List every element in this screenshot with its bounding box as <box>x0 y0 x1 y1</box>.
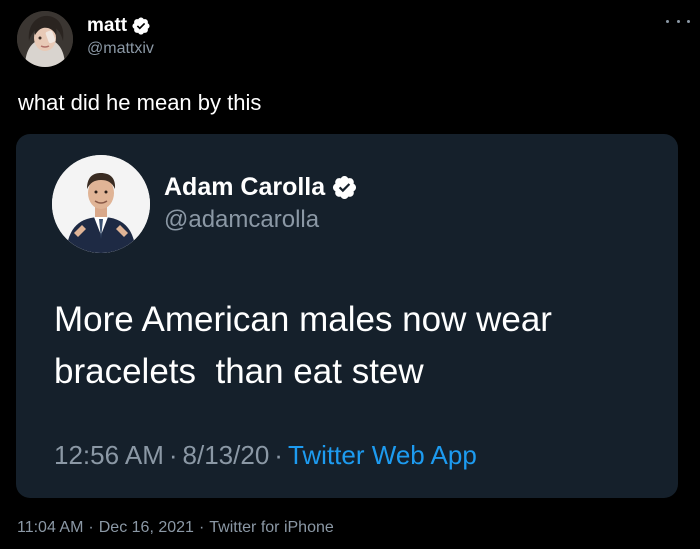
tweet-time[interactable]: 11:04 AM <box>17 519 83 536</box>
more-dot <box>687 19 690 23</box>
quoted-tweet-text: More American males now wear bracelets t… <box>54 300 562 391</box>
more-dot <box>666 19 669 23</box>
quoted-author-avatar-image <box>52 155 150 253</box>
more-horizontal-icon[interactable] <box>666 14 690 28</box>
quoted-author-name-row: Adam Carolla <box>164 171 358 203</box>
author-handle[interactable]: @mattxiv <box>87 40 154 58</box>
more-dot <box>676 19 680 23</box>
author-display-name[interactable]: matt <box>87 15 127 37</box>
quoted-author-display-name[interactable]: Adam Carolla <box>164 173 325 202</box>
quoted-tweet-date[interactable]: 8/13/20 <box>183 440 270 470</box>
meta-separator: · <box>274 440 283 470</box>
quoted-tweet-source-link[interactable]: Twitter Web App <box>288 440 477 470</box>
user-avatar-image <box>17 11 73 67</box>
user-avatar[interactable] <box>17 11 73 67</box>
verified-badge-icon <box>131 16 151 36</box>
quoted-author-handle[interactable]: @adamcarolla <box>164 206 319 234</box>
meta-separator: · <box>168 440 178 470</box>
meta-separator: · <box>88 519 94 536</box>
tweet: matt @mattxiv what did he mean by this A… <box>0 0 700 549</box>
tweet-meta: 11:04 AM · Dec 16, 2021 · Twitter for iPhone <box>17 519 334 537</box>
quoted-tweet-meta: 12:56 AM · 8/13/20 · Twitter Web App <box>54 440 477 471</box>
quoted-tweet-card[interactable]: Adam Carolla @adamcarolla More American … <box>16 134 678 498</box>
quoted-tweet-time[interactable]: 12:56 AM <box>54 440 164 470</box>
tweet-source[interactable]: Twitter for iPhone <box>209 519 334 536</box>
quoted-author-avatar[interactable] <box>52 155 150 253</box>
tweet-text: what did he mean by this <box>18 90 262 115</box>
meta-separator: · <box>198 519 205 536</box>
tweet-date[interactable]: Dec 16, 2021 <box>99 519 194 536</box>
verified-badge-icon <box>331 174 358 201</box>
author-name-row: matt <box>87 13 151 39</box>
